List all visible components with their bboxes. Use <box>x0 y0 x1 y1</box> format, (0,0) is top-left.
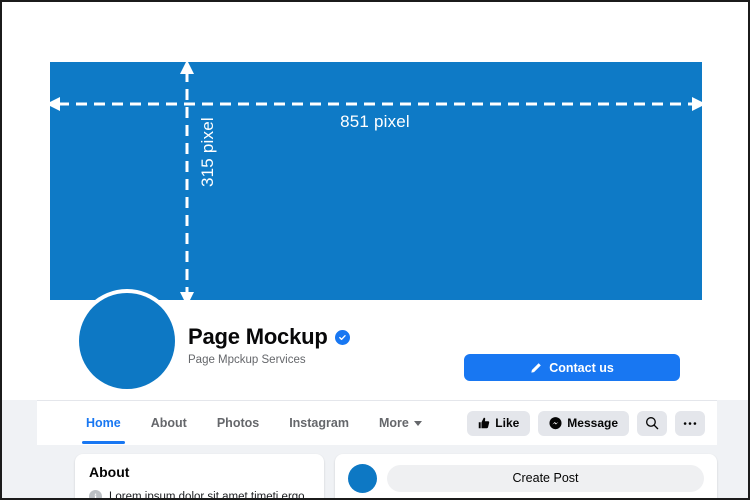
tab-about[interactable]: About <box>147 401 191 445</box>
tab-photos-label: Photos <box>216 416 260 430</box>
thumbs-up-icon <box>478 417 490 429</box>
search-button[interactable] <box>637 410 667 436</box>
avatar-image <box>79 293 175 389</box>
nav-tabs: Home About Photos Instagram More <box>82 401 426 445</box>
profile-avatar[interactable] <box>75 289 179 393</box>
verified-badge-icon <box>334 329 350 345</box>
message-button[interactable]: Message <box>538 410 629 436</box>
about-card-text: Lorem ipsum dolor sit amet timeti ergo <box>109 490 305 500</box>
tab-home[interactable]: Home <box>82 401 125 445</box>
like-label: Like <box>495 416 520 430</box>
search-icon <box>645 416 659 430</box>
like-button[interactable]: Like <box>467 410 531 436</box>
chevron-down-icon <box>413 420 422 426</box>
page-tagline: Page Mpckup Services <box>188 354 306 366</box>
create-post-card: Create Post <box>335 454 717 498</box>
page-identity: Page Mockup Page Mpckup Services <box>188 324 350 366</box>
nav-actions: Like Message <box>467 401 705 445</box>
info-icon: i <box>89 490 102 498</box>
facebook-page-mockup: 851 pixel 315 pixel Page Mockup Page Mpc… <box>0 0 750 500</box>
more-options-button[interactable] <box>675 410 705 436</box>
page-title: Page Mockup <box>188 324 328 349</box>
tab-instagram[interactable]: Instagram <box>285 401 353 445</box>
page-navbar: Home About Photos Instagram More Like Me… <box>37 400 717 445</box>
cover-height-label: 315 pixel <box>198 117 217 187</box>
ellipsis-icon <box>683 421 697 426</box>
message-label: Message <box>567 416 618 430</box>
tab-home-label: Home <box>86 416 121 430</box>
tab-more-label: More <box>378 416 409 430</box>
tab-instagram-label: Instagram <box>289 416 349 430</box>
about-card-title: About <box>89 464 130 480</box>
tab-photos[interactable]: Photos <box>213 401 263 445</box>
cover-photo[interactable] <box>50 62 702 300</box>
contact-us-label: Contact us <box>549 360 614 375</box>
tab-about-label: About <box>150 416 187 430</box>
tab-more[interactable]: More <box>375 401 426 445</box>
about-card: About i Lorem ipsum dolor sit amet timet… <box>75 454 324 500</box>
messenger-icon <box>549 416 562 430</box>
contact-us-button[interactable]: Contact us <box>464 354 680 381</box>
about-card-row: i Lorem ipsum dolor sit amet timeti ergo <box>89 490 305 500</box>
composer-avatar[interactable] <box>348 463 377 493</box>
pencil-icon <box>530 362 542 374</box>
cover-width-label: 851 pixel <box>340 112 410 131</box>
create-post-input[interactable]: Create Post <box>387 464 704 492</box>
